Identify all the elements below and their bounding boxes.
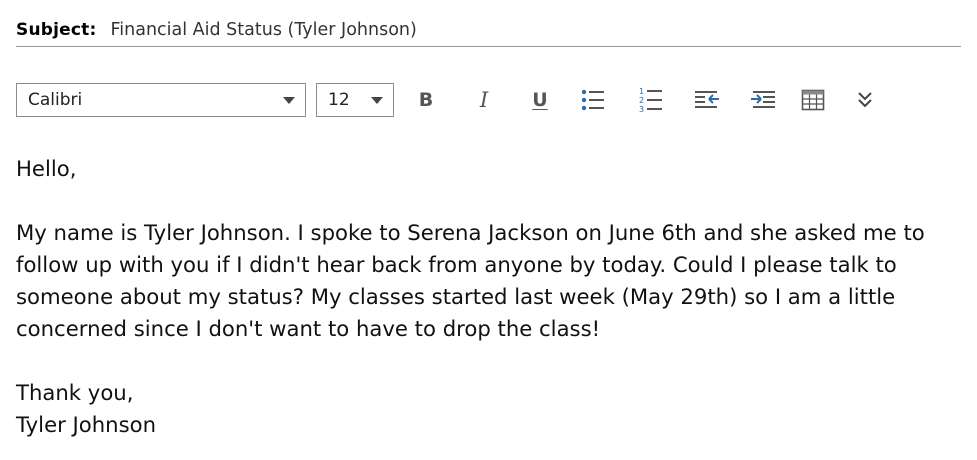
subject-input[interactable]: Financial Aid Status (Tyler Johnson) <box>110 20 416 40</box>
bullet-list-button[interactable] <box>578 85 608 115</box>
closing: Thank you, <box>16 380 134 405</box>
chevron-down-icon <box>371 97 383 104</box>
signature: Tyler Johnson <box>16 412 157 437</box>
decrease-indent-button[interactable] <box>692 85 722 115</box>
font-size-select[interactable]: 12 <box>316 83 394 117</box>
decrease-indent-icon <box>695 91 719 108</box>
chevron-down-icon <box>283 97 295 104</box>
bold-button[interactable]: B <box>411 85 441 115</box>
formatting-toolbar: Calibri 12 B I U 1 2 3 <box>16 83 961 119</box>
body-line: someone about my status? My classes star… <box>16 284 896 309</box>
font-size-value: 12 <box>328 90 350 110</box>
body-line: My name is Tyler Johnson. I spoke to Ser… <box>16 220 925 245</box>
increase-indent-button[interactable] <box>748 85 778 115</box>
italic-button[interactable]: I <box>469 85 499 115</box>
numbered-list-button[interactable]: 1 2 3 <box>636 85 666 115</box>
body-line: follow up with you if I didn't hear back… <box>16 252 897 277</box>
more-options-button[interactable] <box>850 85 880 115</box>
numbered-list-icon: 1 2 3 <box>639 87 662 114</box>
more-options-icon <box>858 92 872 108</box>
svg-text:2: 2 <box>639 96 644 105</box>
subject-label: Subject: <box>16 20 97 40</box>
body-line: concerned since I don't want to have to … <box>16 316 601 341</box>
increase-indent-icon <box>751 91 775 108</box>
font-family-select[interactable]: Calibri <box>16 83 306 117</box>
message-body[interactable]: Hello, My name is Tyler Johnson. I spoke… <box>16 153 966 441</box>
svg-text:1: 1 <box>639 87 644 96</box>
svg-text:3: 3 <box>639 105 644 114</box>
underline-button[interactable]: U <box>525 85 555 115</box>
subject-row[interactable]: Subject: Financial Aid Status (Tyler Joh… <box>16 14 961 47</box>
table-icon <box>801 89 825 111</box>
greeting: Hello, <box>16 156 77 181</box>
insert-table-button[interactable] <box>798 85 828 115</box>
bullet-list-icon <box>581 89 604 111</box>
font-family-value: Calibri <box>28 90 83 110</box>
